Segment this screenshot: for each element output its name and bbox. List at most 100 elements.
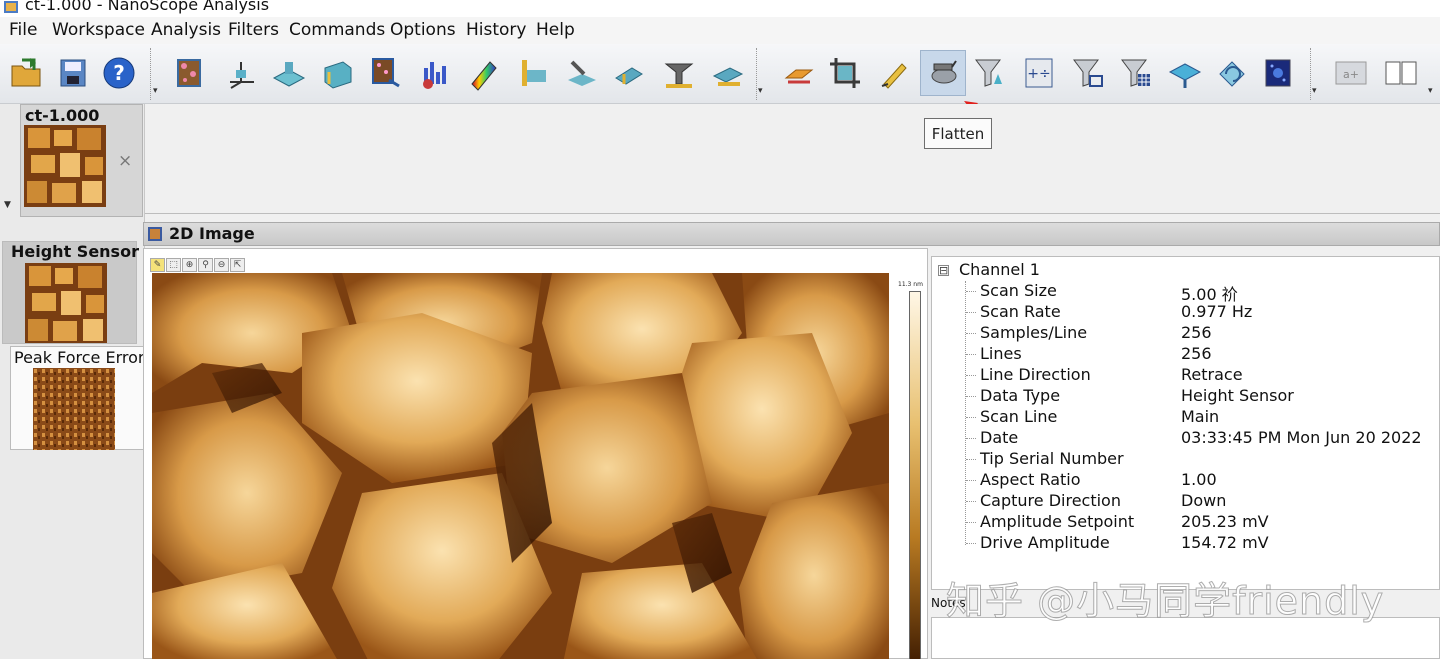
roughness-icon[interactable] [558,50,604,96]
channel-label: Peak Force Error [14,348,145,367]
depth-icon[interactable] [656,50,702,96]
property-name: Capture Direction [980,491,1121,510]
left-panel: ct-1.000 × ▼ Height Sensor Peak Force Er… [0,104,145,659]
property-row: Lines 256 [966,344,1436,365]
menu-file[interactable]: File [9,20,37,40]
fft-icon[interactable] [1256,50,1302,96]
menu-commands[interactable]: Commands [289,20,385,40]
property-row: Tip Serial Number [966,449,1436,470]
ruler-icon[interactable] [510,50,556,96]
properties-panel: ⊟ Channel 1 Scan Size 5.00 祄 Scan Rate 0.9… [931,256,1440,590]
property-row: Scan Line Main [966,407,1436,428]
book-icon[interactable] [1378,50,1424,96]
property-value: Main [1181,407,1220,426]
property-row: Scan Rate 0.977 Hz [966,302,1436,323]
property-row: Aspect Ratio 1.00 [966,470,1436,491]
image-3d-icon[interactable] [166,50,212,96]
property-value: 205.23 mV [1181,512,1269,531]
lowpass-icon[interactable] [1066,50,1112,96]
property-value: Retrace [1181,365,1243,384]
plane-fit-icon[interactable] [1162,50,1208,96]
property-name: Amplitude Setpoint [980,512,1135,531]
marquee-icon[interactable]: ⬚ [166,258,181,272]
chevron-down-icon[interactable]: ▾ [153,86,158,96]
zoom-in-icon[interactable]: ⊕ [182,258,197,272]
view-header: 2D Image [143,222,1440,246]
property-name: Tip Serial Number [980,449,1124,468]
property-row: Date 03:33:45 PM Mon Jun 20 2022 [966,428,1436,449]
text-icon[interactable]: a+ [1328,50,1374,96]
highlight-icon[interactable] [872,50,918,96]
property-row: Capture Direction Down [966,491,1436,512]
image-panel: ✎ ⬚ ⊕ ⚲ ⊖ ⇱ 11.3 nm [143,248,928,659]
property-name: Scan Size [980,281,1057,300]
property-name: Scan Line [980,407,1058,426]
menu-options[interactable]: Options [390,20,456,40]
menu-analysis[interactable]: Analysis [151,20,221,40]
section-icon[interactable] [315,50,361,96]
file-thumbnail[interactable] [24,125,106,207]
property-row: Drive Amplitude 154.72 mV [966,533,1436,554]
property-value: 154.72 mV [1181,533,1269,552]
open-folder-icon[interactable] [4,50,50,96]
menu-workspace[interactable]: Workspace [52,20,145,40]
menu-history[interactable]: History [466,20,526,40]
erase-icon[interactable] [776,50,822,96]
reset-view-icon[interactable]: ⇱ [230,258,245,272]
image-view-icon [148,227,162,241]
flatten-tooltip: Flatten [924,118,992,149]
property-value: 256 [1181,344,1212,363]
pencil-icon[interactable]: ✎ [150,258,165,272]
save-icon[interactable] [50,50,96,96]
surface-icon[interactable] [266,50,312,96]
calculator-icon[interactable]: +÷ [1016,50,1062,96]
help-icon[interactable]: ? [96,50,142,96]
spectrum-icon[interactable] [460,50,506,96]
property-row: Samples/Line 256 [966,323,1436,344]
colorbar [909,291,921,659]
property-name: Scan Rate [980,302,1061,321]
step-icon[interactable] [704,50,750,96]
property-value: 256 [1181,323,1212,342]
property-row: Data Type Height Sensor [966,386,1436,407]
tip-icon[interactable] [606,50,652,96]
chevron-down-icon[interactable]: ▾ [1312,86,1317,96]
property-value: Down [1181,491,1227,510]
median-icon[interactable] [1114,50,1160,96]
property-name: Data Type [980,386,1061,405]
zoom-icon[interactable]: ⚲ [198,258,213,272]
property-name: Date [980,428,1019,447]
tree-root-channel[interactable]: Channel 1 [959,260,1040,279]
chevron-down-icon[interactable]: ▾ [1428,86,1433,96]
particle-icon[interactable] [363,50,409,96]
workspace-upper-area [145,104,1440,214]
zoom-out-icon[interactable]: ⊖ [214,258,229,272]
property-value: 03:33:45 PM Mon Jun 20 2022 [1181,428,1422,447]
view-title: 2D Image [169,224,255,243]
channel-thumbnail [25,263,107,343]
menu-filters[interactable]: Filters [228,20,279,40]
bearing-icon[interactable] [412,50,458,96]
collapse-icon[interactable]: ⊟ [938,265,949,276]
menu-help[interactable]: Help [536,20,575,40]
close-icon[interactable]: × [118,151,132,171]
channel-height-sensor[interactable]: Height Sensor [2,241,139,344]
axes-icon[interactable] [218,50,264,96]
property-row: Line Direction Retrace [966,365,1436,386]
filter-icon[interactable] [968,50,1014,96]
flatten-tool-button[interactable] [920,50,966,96]
workspace-file-tab[interactable]: ct-1.000 × [20,104,143,217]
property-name: Lines [980,344,1022,363]
property-name: Samples/Line [980,323,1088,342]
afm-height-image[interactable] [152,273,889,659]
channel-peak-force-error[interactable]: Peak Force Error [10,346,145,450]
crop-icon[interactable] [822,50,868,96]
property-name: Line Direction [980,365,1091,384]
chevron-down-icon[interactable]: ▼ [4,200,11,210]
chevron-down-icon[interactable]: ▾ [758,86,763,96]
rotate-icon[interactable] [1210,50,1256,96]
window-title: ct-1.000 - NanoScope Analysis [25,0,270,14]
menu-bar: File Workspace Analysis Filters Commands… [0,17,1440,44]
watermark: 知乎 @小马同学friendly [945,579,1385,624]
property-value: Height Sensor [1181,386,1294,405]
